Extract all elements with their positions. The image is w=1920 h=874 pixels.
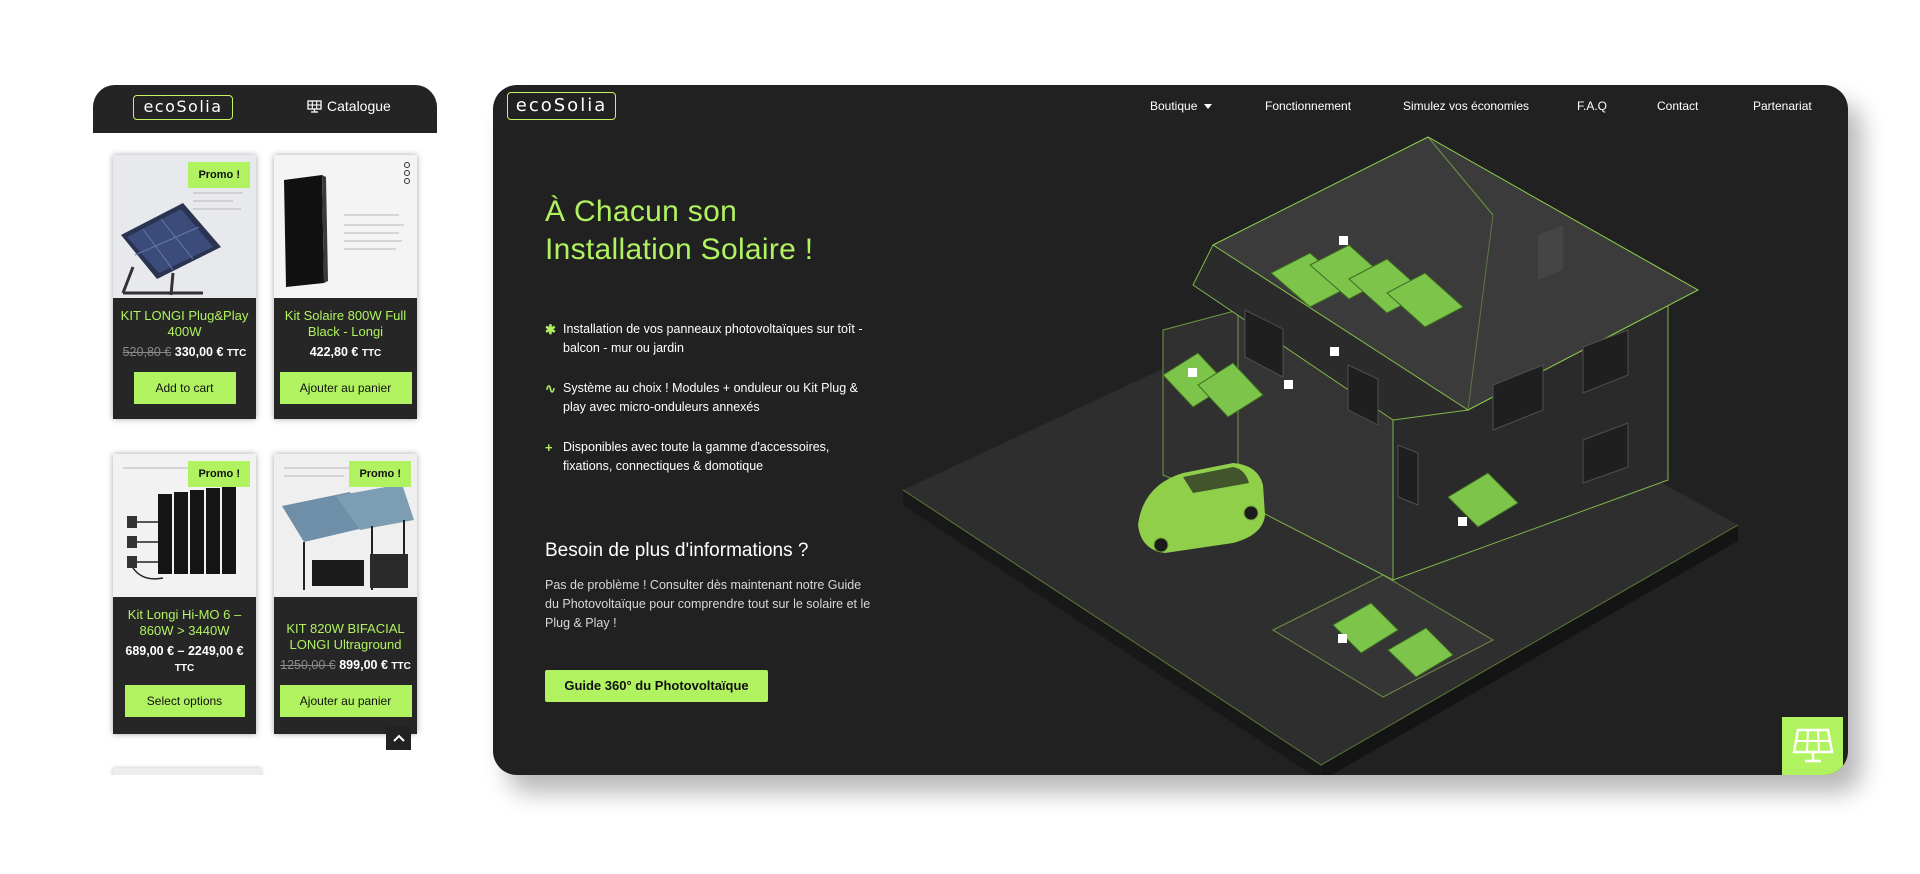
select-options-button[interactable]: Select options <box>124 685 245 717</box>
tax-label: TTC <box>391 661 411 672</box>
catalog-icon <box>307 99 322 113</box>
hero-title: À Chacun son Installation Solaire ! <box>545 195 814 266</box>
product-price: 689,00 € – 2249,00 € TTC <box>113 643 256 681</box>
plus-icon: + <box>545 440 553 455</box>
product-image[interactable] <box>274 155 417 298</box>
nav-item-simulateur[interactable]: Simulez vos économies <box>1403 99 1529 113</box>
product-price: 1250,00 € 899,00 € TTC <box>274 657 417 681</box>
mobile-header: ecoSolia Catalogue <box>93 85 437 133</box>
sparkle-icon: ✱ <box>545 322 556 337</box>
add-to-cart-button[interactable]: Add to cart <box>133 372 236 404</box>
add-to-cart-button[interactable]: Ajouter au panier <box>279 372 412 404</box>
product-card[interactable]: Promo ! KIT 820W BIFACIAL LONGI Ultragro… <box>274 454 417 734</box>
feature-item: ✱ Installation de vos panneaux photovolt… <box>545 322 863 355</box>
solar-panel-illustration <box>274 155 417 298</box>
old-price: 520,80 € <box>122 345 172 359</box>
tax-label: TTC <box>226 348 247 359</box>
pulse-icon: ∿ <box>545 381 556 396</box>
info-text: Pas de problème ! Consulter dès maintena… <box>545 578 871 630</box>
nav-item-faq[interactable]: F.A.Q <box>1577 99 1607 113</box>
caret-down-icon <box>1204 104 1213 110</box>
promo-badge: Promo ! <box>188 162 250 188</box>
nav-item-contact[interactable]: Contact <box>1657 99 1698 113</box>
chevron-up-icon <box>392 734 405 742</box>
desktop-mockup: ecoSolia Boutique Fonctionnement Simulez… <box>493 85 1848 775</box>
product-title[interactable]: Kit Solaire 800W Full Black - Longi <box>274 298 417 344</box>
current-price: 330,00 € <box>174 345 224 359</box>
product-card[interactable]: Promo ! KIT LONGI Plug&Play 400W 520,80 … <box>113 155 256 419</box>
catalog-link[interactable]: Catalogue <box>307 98 391 114</box>
product-card[interactable]: Kit Solaire 800W Full Black - Longi 422,… <box>274 155 417 419</box>
product-image[interactable]: Promo ! <box>274 454 417 597</box>
product-card[interactable]: Promo ! Kit Longi Hi-MO 6 – 860W > 3440W… <box>113 454 256 734</box>
current-price: 689,00 € – 2249,00 € <box>125 644 244 658</box>
tax-label: TTC <box>174 663 195 674</box>
logo[interactable]: ecoSolia <box>133 95 233 120</box>
solar-panel-widget-button[interactable] <box>1782 717 1843 775</box>
catalog-label: Catalogue <box>327 98 391 114</box>
solar-panel-icon <box>1792 728 1833 763</box>
tax-label: TTC <box>361 348 382 359</box>
product-image[interactable]: Promo ! <box>113 454 256 597</box>
product-image[interactable]: Promo ! <box>113 155 256 298</box>
product-title[interactable]: KIT 820W BIFACIAL LONGI Ultraground <box>274 597 417 657</box>
mobile-mockup: ecoSolia Catalogue Promo ! KIT LONGI Plu… <box>93 85 437 775</box>
product-title[interactable]: Kit Longi Hi-MO 6 – 860W > 3440W <box>113 597 256 643</box>
promo-badge: Promo ! <box>349 461 411 487</box>
product-title[interactable]: KIT LONGI Plug&Play 400W <box>113 298 256 344</box>
guide-button[interactable]: Guide 360° du Photovoltaïque <box>545 670 768 702</box>
nav-item-partenariat[interactable]: Partenariat <box>1753 99 1812 113</box>
feature-item: + Disponibles avec toute la gamme d'acce… <box>545 440 830 473</box>
product-price: 422,80 € TTC <box>274 344 417 368</box>
promo-badge: Promo ! <box>188 461 250 487</box>
next-product-card <box>113 768 261 775</box>
product-price: 520,80 € 330,00 € TTC <box>113 344 256 368</box>
scroll-to-top-button[interactable] <box>386 726 411 750</box>
current-price: 899,00 € <box>339 658 388 672</box>
feature-item: ∿ Système au choix ! Modules + onduleur … <box>545 381 858 414</box>
nav-item-boutique[interactable]: Boutique <box>1150 99 1213 113</box>
current-price: 422,80 € <box>309 345 359 359</box>
info-title: Besoin de plus d'informations ? <box>545 540 809 561</box>
add-to-cart-button[interactable]: Ajouter au panier <box>279 685 412 717</box>
old-price: 1250,00 € <box>280 658 336 672</box>
nav-item-fonctionnement[interactable]: Fonctionnement <box>1265 99 1351 113</box>
logo[interactable]: ecoSolia <box>507 92 616 120</box>
